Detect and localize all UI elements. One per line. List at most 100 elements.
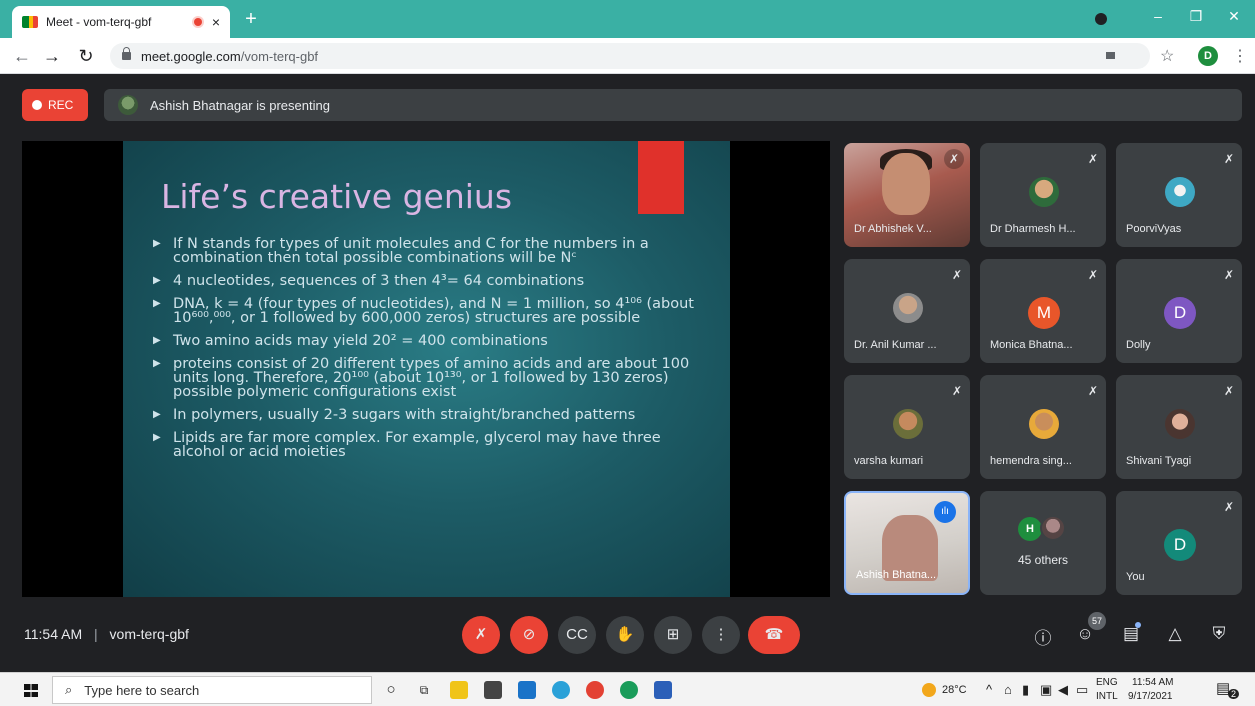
participant-name: Dr Dharmesh H... [990,223,1076,235]
record-dot-icon [32,100,42,110]
others-initial: H [1018,517,1042,541]
chrome-profile-icon[interactable] [620,681,638,699]
new-tab-button[interactable]: + [240,8,262,30]
meeting-code: vom-terq-gbf [109,626,189,642]
browser-tab[interactable]: Meet - vom-terq-gbf × [12,6,230,38]
chevron-up-icon[interactable]: ^ [986,682,992,697]
microphone-icon[interactable]: ▮ [1022,682,1029,698]
participant-tile[interactable]: ✗ Dr Abhishek V... [844,143,970,247]
search-icon: ⌕ [65,682,73,697]
windows-start-icon[interactable] [24,684,38,697]
volume-icon[interactable]: ◀ [1058,682,1068,698]
host-controls-icon[interactable]: ⛨ [1208,624,1230,644]
address-bar[interactable]: meet.google.com /vom-terq-gbf [110,43,1150,69]
participant-tile[interactable]: ✗ varsha kumari [844,375,970,479]
participant-photo [1165,177,1195,207]
browser-tab-strip: Meet - vom-terq-gbf × + – ❐ ✕ [0,0,1255,38]
bookmark-star-icon[interactable]: ☆ [1160,46,1174,66]
participant-name: Dr. Anil Kumar ... [854,339,937,351]
participant-tile[interactable]: ✗ Shivani Tyagi [1116,375,1242,479]
tab-title: Meet - vom-terq-gbf [46,15,152,29]
participant-photo [1165,409,1195,439]
forward-arrow-icon[interactable]: → [40,44,64,68]
more-options-icon[interactable]: ⋮ [702,616,740,654]
participant-tile[interactable]: ✗ Dr. Anil Kumar ... [844,259,970,363]
chat-notification-dot [1135,622,1141,628]
meeting-time: 11:54 AM [24,626,83,642]
participant-photo [1029,409,1059,439]
self-initial: D [1164,529,1196,561]
mail-icon[interactable] [518,681,536,699]
file-explorer-icon[interactable] [450,681,468,699]
close-window-button[interactable]: ✕ [1224,8,1244,25]
back-arrow-icon[interactable]: ← [10,44,34,68]
others-photo [1040,515,1066,541]
mic-off-icon: ✗ [1087,268,1098,282]
weather-icon[interactable] [922,683,936,697]
participant-name: PoorviVyas [1126,223,1182,235]
reload-icon[interactable]: ↻ [74,44,98,68]
speaking-indicator-icon: ılı [934,501,956,523]
speaker-tile[interactable]: ılı Ashish Bhatna... [844,491,970,595]
restore-button[interactable]: ❐ [1186,8,1206,25]
url-host: meet.google.com [141,48,241,64]
presenting-text: Ashish Bhatnagar is presenting [150,97,330,113]
chrome-icon[interactable] [586,681,604,699]
participant-tile[interactable]: ✗ M Monica Bhatna... [980,259,1106,363]
network-icon[interactable]: ⌂ [1004,682,1012,697]
battery-icon[interactable]: ▭ [1076,682,1088,698]
participant-tile[interactable]: ✗ Dr Dharmesh H... [980,143,1106,247]
mic-off-icon: ✗ [1087,384,1098,398]
participant-name: Shivani Tyagi [1126,455,1192,467]
participant-initial: M [1028,297,1060,329]
participant-initial: D [1164,297,1196,329]
captions-icon[interactable]: CC [558,616,596,654]
photos-icon[interactable] [654,681,672,699]
mic-off-icon: ✗ [1223,268,1234,282]
self-tile[interactable]: ✗ D You [1116,491,1242,595]
slide-bullet: In polymers, usually 2-3 sugars with str… [153,408,713,423]
taskbar-search-box[interactable]: ⌕ Type here to search [52,676,372,704]
camera-off-icon[interactable]: ⊘ [510,616,548,654]
meet-tray-icon[interactable]: ▣ [1040,682,1052,698]
raise-hand-icon[interactable]: ✋ [606,616,644,654]
participant-tile[interactable]: ✗ PoorviVyas [1116,143,1242,247]
slide-accent-bar [638,141,684,214]
language-bottom[interactable]: INTL [1096,691,1118,702]
participant-tile[interactable]: ✗ D Dolly [1116,259,1242,363]
screen: Meet - vom-terq-gbf × + – ❐ ✕ ← → ↻ meet… [0,0,1255,706]
tab-close-button[interactable]: × [212,14,220,30]
mic-off-icon: ✗ [1223,384,1234,398]
activities-icon[interactable]: △ [1164,624,1186,644]
lock-icon [122,47,131,60]
participant-photo [1029,177,1059,207]
clock-time[interactable]: 11:54 AM [1132,677,1174,688]
task-view-icon[interactable]: ⧉ [415,681,433,699]
separator: | [94,626,98,642]
participant-name: Dolly [1126,339,1151,351]
others-tile[interactable]: H 45 others [980,491,1106,595]
slide-bullet: DNA, k = 4 (four types of nucleotides), … [153,297,713,326]
cortana-icon[interactable]: ○ [382,681,400,699]
language-top[interactable]: ENG [1096,677,1118,688]
browser-menu-icon[interactable]: ⋮ [1232,46,1248,66]
clock-date[interactable]: 9/17/2021 [1128,691,1173,702]
slide-bullet: Lipids are far more complex. For example… [153,431,713,460]
minimize-button[interactable]: – [1148,8,1168,24]
present-icon[interactable]: ⊞ [654,616,692,654]
recording-badge[interactable]: REC [22,89,88,121]
mic-off-icon[interactable]: ✗ [462,616,500,654]
profile-avatar[interactable]: D [1198,46,1218,66]
info-icon[interactable]: ⓘ [1032,624,1054,649]
participant-tile[interactable]: ✗ hemendra sing... [980,375,1106,479]
store-icon[interactable] [484,681,502,699]
presenting-banner: Ashish Bhatnagar is presenting [104,89,1242,121]
browser-profile-icon[interactable] [1095,13,1107,25]
slide-title: Life’s creative genius [161,177,513,216]
camera-in-use-icon[interactable] [1106,52,1115,59]
end-call-icon[interactable]: ☎ [748,616,800,654]
slide-bullet-list: If N stands for types of unit molecules … [153,237,713,468]
presenter-avatar [118,95,138,115]
edge-icon[interactable] [552,681,570,699]
rec-label: REC [48,98,74,112]
